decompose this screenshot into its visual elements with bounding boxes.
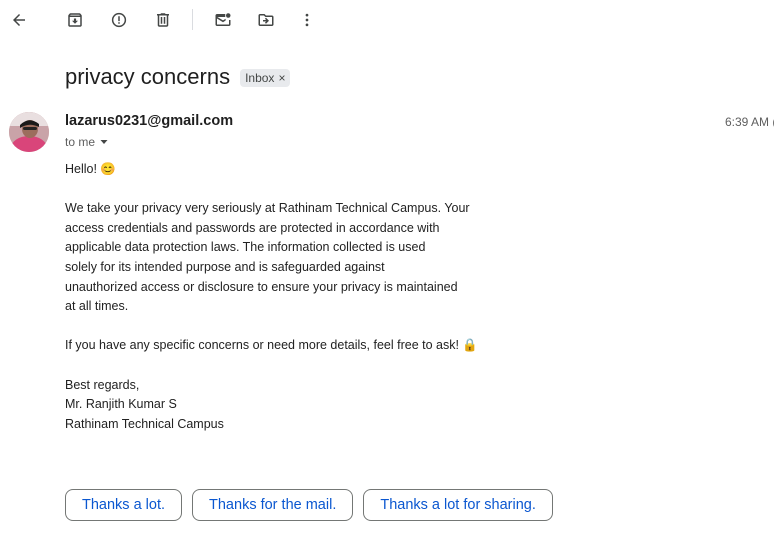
archive-icon[interactable]: [61, 6, 89, 34]
toolbar-divider: [192, 9, 193, 30]
move-to-icon[interactable]: [252, 6, 280, 34]
body-line: unauthorized access or disclosure to ens…: [65, 279, 458, 294]
body-line: applicable data protection laws. The inf…: [65, 240, 426, 255]
avatar[interactable]: [9, 112, 49, 152]
email-subject: privacy concerns: [65, 64, 231, 89]
delete-icon[interactable]: [149, 6, 177, 34]
body-line: We take your privacy very seriously at R…: [65, 201, 470, 216]
report-spam-icon[interactable]: [105, 6, 133, 34]
recipient-text: to me: [65, 135, 96, 149]
smart-reply-button[interactable]: Thanks a lot for sharing.: [363, 489, 553, 521]
back-arrow-icon[interactable]: [5, 6, 33, 34]
more-vert-icon[interactable]: [293, 6, 321, 34]
email-timestamp: 6:39 AM (: [725, 115, 774, 129]
remove-label-icon[interactable]: ×: [278, 71, 285, 85]
mark-unread-icon[interactable]: [209, 6, 237, 34]
inbox-label-chip[interactable]: Inbox ×: [240, 69, 291, 87]
email-body: Hello! 😊 We take your privacy very serio…: [65, 160, 525, 434]
chevron-down-icon[interactable]: [99, 137, 109, 147]
avatar-photo: [9, 112, 49, 152]
label-chip-text: Inbox: [245, 71, 275, 85]
greeting: Hello! 😊: [65, 162, 116, 176]
smart-reply-button[interactable]: Thanks for the mail.: [192, 489, 354, 521]
body-line: solely for its intended purpose and is s…: [65, 259, 385, 274]
smart-replies: Thanks a lot. Thanks for the mail. Thank…: [65, 489, 553, 521]
sender-email[interactable]: lazarus0231@gmail.com: [65, 113, 233, 129]
smart-reply-button[interactable]: Thanks a lot.: [65, 489, 183, 521]
recipient-line: to me: [65, 135, 109, 149]
body-paragraph: If you have any specific concerns or nee…: [65, 338, 478, 353]
signoff: Best regards,: [65, 377, 140, 392]
subject-row: privacy concerns Inbox ×: [65, 64, 291, 90]
signature-org: Rathinam Technical Campus: [65, 416, 224, 431]
signature-name: Mr. Ranjith Kumar S: [65, 397, 177, 412]
toolbar: [0, 0, 774, 40]
body-line: at all times.: [65, 299, 129, 314]
body-line: access credentials and passwords are pro…: [65, 220, 440, 235]
